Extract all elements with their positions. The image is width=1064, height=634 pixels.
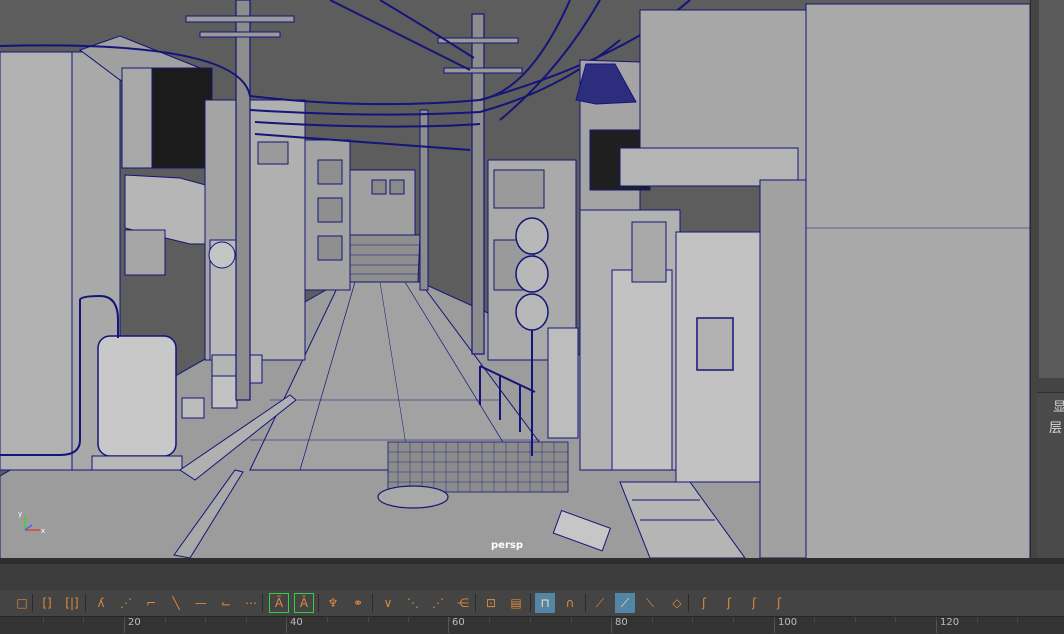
timeline-minor-tick [367, 617, 369, 622]
magnet-icon[interactable]: ∩ [560, 593, 580, 613]
toolbar-separator [585, 594, 586, 612]
timeline-minor-tick [448, 617, 450, 622]
timeline-minor-tick [408, 617, 410, 622]
timeline-frame-label: 40 [290, 617, 303, 628]
toolbar-separator [318, 594, 319, 612]
ruler-icon[interactable]: ⊓ [535, 593, 555, 613]
timeline-minor-tick [733, 617, 734, 622]
axis-indicator: y x [18, 508, 48, 536]
timeline-minor-tick [814, 617, 816, 622]
timeline-minor-tick [773, 617, 775, 622]
timeline-minor-tick [692, 617, 694, 622]
split-select-icon[interactable]: [|] [62, 593, 82, 613]
timeline-minor-tick [42, 617, 44, 622]
timeline-minor-tick [570, 617, 572, 622]
timeline-frame-label: 60 [452, 617, 465, 628]
flat-tangent-icon[interactable]: — [191, 593, 211, 613]
timeline-frame-label: 80 [615, 617, 628, 628]
timeline-frame-label: 120 [940, 617, 960, 628]
vertex-lock-icon[interactable]: ⋲ [453, 593, 473, 613]
buffer-curve-icon[interactable]: ⟋ [590, 593, 610, 613]
timeline-minor-tick [205, 617, 207, 622]
key-out-icon[interactable]: Ā [294, 593, 314, 613]
key-in-icon[interactable]: Ā [269, 593, 289, 613]
toolbar-separator [262, 594, 263, 612]
toolbar-separator [372, 594, 373, 612]
timeline-minor-tick [245, 617, 247, 622]
layer-label[interactable]: 层 [1049, 417, 1062, 436]
timeline-minor-tick [1017, 617, 1019, 622]
cycle-pre-icon[interactable]: ʃ [694, 593, 714, 613]
timeline-minor-tick [83, 617, 85, 622]
toolbar-separator [475, 594, 476, 612]
timeline-minor-tick [895, 617, 897, 622]
timeline-minor-tick [164, 617, 166, 622]
buffer-swap-icon[interactable]: ⟋ [615, 593, 635, 613]
timeline-frame-label: 20 [128, 617, 141, 628]
spline-tangent-icon[interactable]: ⋯ [241, 593, 261, 613]
cycle-post-icon[interactable]: ʃ [719, 593, 739, 613]
curve-point-icon[interactable]: ⋰ [116, 593, 136, 613]
timeline-minor-tick [611, 617, 613, 622]
cycle-offset-icon[interactable]: ʃ [769, 593, 789, 613]
timeline-minor-tick [489, 617, 491, 622]
toolbar-separator [32, 594, 33, 612]
timeline-minor-tick [286, 617, 288, 622]
toolbar-separator [530, 594, 531, 612]
timeline-minor-tick [651, 617, 653, 622]
layer-pane: 显 层 [1037, 392, 1064, 559]
cycle-both-icon[interactable]: ʃ [744, 593, 764, 613]
timeline-minor-tick [530, 617, 531, 622]
curve-step-icon[interactable]: ⌐ [141, 593, 161, 613]
timeline-minor-tick [936, 617, 937, 622]
bracket-select-icon[interactable]: [] [37, 593, 57, 613]
panel-tab[interactable] [1039, 0, 1064, 378]
timeline-minor-tick [327, 617, 328, 622]
timeline-minor-tick [854, 617, 856, 622]
normalize-icon[interactable]: ⟍ [640, 593, 660, 613]
joint-tool-icon[interactable]: ʎ [91, 593, 111, 613]
display-label[interactable]: 显 [1053, 396, 1064, 415]
vertex-diag-icon[interactable]: ⋱ [403, 593, 423, 613]
graph-editor-icon[interactable]: ⊡ [481, 593, 501, 613]
toolbar-separator [688, 594, 689, 612]
axis-y-label: y [18, 510, 22, 518]
figure-pose-icon[interactable]: ♆ [323, 593, 343, 613]
camera-label: persp [491, 540, 523, 551]
vertex-v-icon[interactable]: ∨ [378, 593, 398, 613]
panel-separator[interactable] [0, 558, 1064, 564]
vertex-zig-icon[interactable]: ⋰ [428, 593, 448, 613]
street-scene-render [0, 0, 1030, 558]
timeline-minor-tick [976, 617, 978, 622]
snap-icon[interactable]: ◇ [667, 593, 687, 613]
channel-box-panel: 显 层 [1030, 0, 1064, 559]
timeline-minor-tick [124, 617, 125, 622]
perspective-viewport[interactable]: y x persp [0, 0, 1030, 558]
figure-mirror-icon[interactable]: ⚭ [348, 593, 368, 613]
timeline-frame-label: 100 [778, 617, 798, 628]
axis-x-label: x [41, 527, 45, 535]
square-select-icon[interactable]: □ [12, 593, 32, 613]
toolbar-separator [85, 594, 86, 612]
line-tool-icon[interactable]: ╲ [166, 593, 186, 613]
animation-toolbar: □[] [|] ʎ ⋰ ⌐ ╲ — ⌙ ⋯ Ā Ā ♆ ⚭ ∨ ⋱ ⋰ ⋲ ⊡ ▤ ⊓ ∩ ⟋ ⟋ ⟍ ◇ ʃ ʃ ʃ ʃ [0, 590, 1064, 616]
step-tangent-icon[interactable]: ⌙ [216, 593, 236, 613]
time-slider[interactable]: 20 40 60 80 100 120 [0, 616, 1064, 634]
table-icon[interactable]: ▤ [506, 593, 526, 613]
